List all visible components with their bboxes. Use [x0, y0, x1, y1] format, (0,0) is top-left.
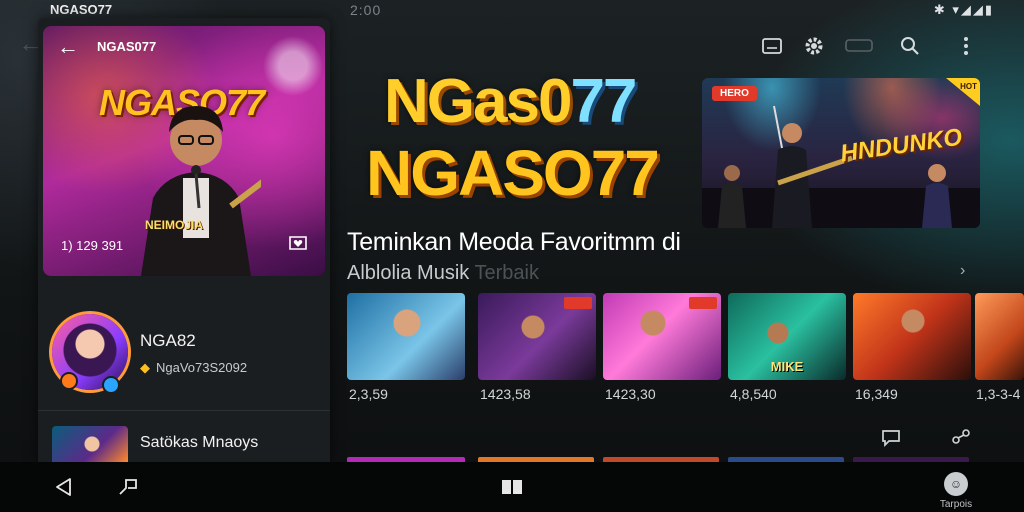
thumbnail-tag	[689, 297, 717, 309]
search-icon[interactable]	[898, 34, 922, 58]
thumbnail-tag	[564, 297, 592, 309]
chevron-right-icon[interactable]: ›	[960, 262, 965, 280]
verified-badge-icon	[102, 376, 120, 394]
thumbnail-5[interactable]	[853, 293, 971, 380]
headline-part-a: NGas0	[384, 67, 572, 136]
thumbnail-2[interactable]	[478, 293, 596, 380]
favorite-icon[interactable]	[287, 234, 309, 252]
status-time: 2:00	[350, 2, 382, 18]
live-badge-icon	[60, 372, 78, 390]
playlist-thumbnail[interactable]	[52, 426, 128, 462]
profile-icon[interactable]: ☺	[944, 472, 968, 496]
artist-name[interactable]: NGA82	[140, 331, 196, 351]
nav-home-icon[interactable]	[116, 476, 140, 498]
headline-part-b: 77	[570, 67, 637, 136]
crown-icon: ◆	[140, 360, 150, 375]
thumbnail-6[interactable]	[975, 293, 1024, 380]
profile-label: Tarpois	[939, 499, 973, 510]
thumbnail-3[interactable]	[603, 293, 721, 380]
artist-meta: ◆ NgaVo73S2092	[140, 360, 247, 376]
subtag-main: Alblolia Musik	[347, 262, 475, 284]
divider	[38, 410, 330, 411]
subtag-faded: Terbaik	[474, 262, 539, 284]
more-icon[interactable]	[954, 34, 978, 58]
thumbnail-6-count: 1,3-3-4	[976, 386, 1021, 402]
chat-icon[interactable]	[844, 34, 874, 58]
cast-icon[interactable]	[760, 34, 784, 58]
thumbnail-3-count: 1423,30	[605, 386, 656, 402]
singer-illustration	[141, 106, 261, 276]
thumbnail-2-count: 1423,58	[480, 386, 531, 402]
headline-line-2: NGASO77	[366, 137, 660, 209]
thumbnail-5-count: 16,349	[855, 386, 898, 402]
thumbnail-4[interactable]: MIKE	[728, 293, 846, 380]
artist-meta-text: NgaVo73S2092	[156, 360, 248, 375]
banner-tag: HERO	[712, 86, 757, 101]
playlist-name[interactable]: Satökas Mnaoys	[140, 434, 258, 452]
hero-subtitle: NEIMOJIA	[145, 218, 204, 232]
thumbnail-1[interactable]	[347, 293, 465, 380]
status-app-title: NGASO77	[50, 2, 113, 17]
hero-count: 1) 129 391	[61, 238, 124, 253]
thumbnail-1-count: 2,3,59	[349, 386, 388, 402]
tagline: Teminkan Meoda Favoritmm di	[347, 228, 681, 256]
subtagline: Alblolia Musik Terbaik	[347, 262, 539, 285]
comment-icon[interactable]	[880, 428, 902, 448]
thumbnail-4-count: 4,8,540	[730, 386, 777, 402]
nav-recents-icon[interactable]	[500, 476, 524, 498]
banner-corner-label: HOT	[960, 82, 977, 91]
share-icon[interactable]	[950, 428, 972, 448]
hero-title: NGAS077	[97, 39, 157, 54]
status-icons: ✱ ▾◢◢▮	[933, 2, 994, 17]
concert-banner[interactable]: HERO HOT HNDUNKO	[702, 78, 980, 228]
back-arrow-icon[interactable]: ←	[57, 34, 79, 60]
thumbnail-label: MIKE	[770, 359, 804, 374]
hero-card[interactable]: ← NGAS077 NGASO77 NEIMOJIA 1) 129 391	[43, 26, 325, 276]
gear-icon[interactable]	[802, 34, 826, 58]
headline-line-1: NGas077	[384, 66, 637, 137]
nav-back-icon[interactable]	[52, 476, 76, 498]
